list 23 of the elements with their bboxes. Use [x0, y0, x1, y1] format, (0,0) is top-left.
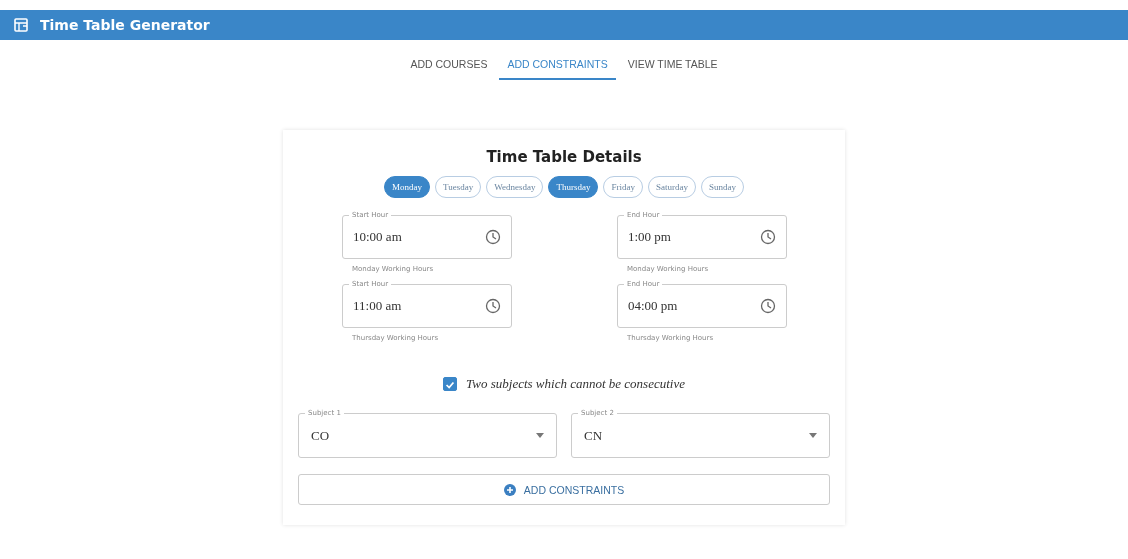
plus-circle-icon	[503, 483, 516, 496]
day-chip[interactable]: Tuesday	[435, 176, 482, 198]
tab[interactable]: VIEW TIME TABLE	[619, 54, 726, 80]
dropdown-caret-icon[interactable]	[809, 433, 817, 438]
day-chip[interactable]: Saturday	[647, 176, 696, 198]
clock-icon[interactable]	[485, 298, 501, 314]
dropdown-caret-icon[interactable]	[536, 433, 544, 438]
tab[interactable]: ADD COURSES	[402, 54, 496, 80]
checkbox[interactable]	[443, 377, 458, 391]
card-title: Time Table Details	[485, 148, 643, 166]
add-constraints-button[interactable]: ADD CONSTRAINTS	[298, 474, 830, 505]
day-chip[interactable]: Friday	[603, 176, 643, 198]
clock-icon[interactable]	[760, 298, 776, 314]
day-chip[interactable]: Monday	[384, 176, 430, 198]
clock-icon[interactable]	[485, 229, 501, 245]
table-icon	[14, 18, 28, 32]
clock-icon[interactable]	[760, 229, 776, 245]
tab[interactable]: ADD CONSTRAINTS	[499, 54, 616, 80]
checkbox-label: Two subjects which cannot be consecutive	[466, 376, 685, 392]
day-chip[interactable]: Sunday	[700, 176, 744, 198]
app-title: Time Table Generator	[40, 17, 210, 33]
day-chip[interactable]: Wednesday	[486, 176, 544, 198]
day-chip[interactable]: Thursday	[548, 176, 599, 198]
